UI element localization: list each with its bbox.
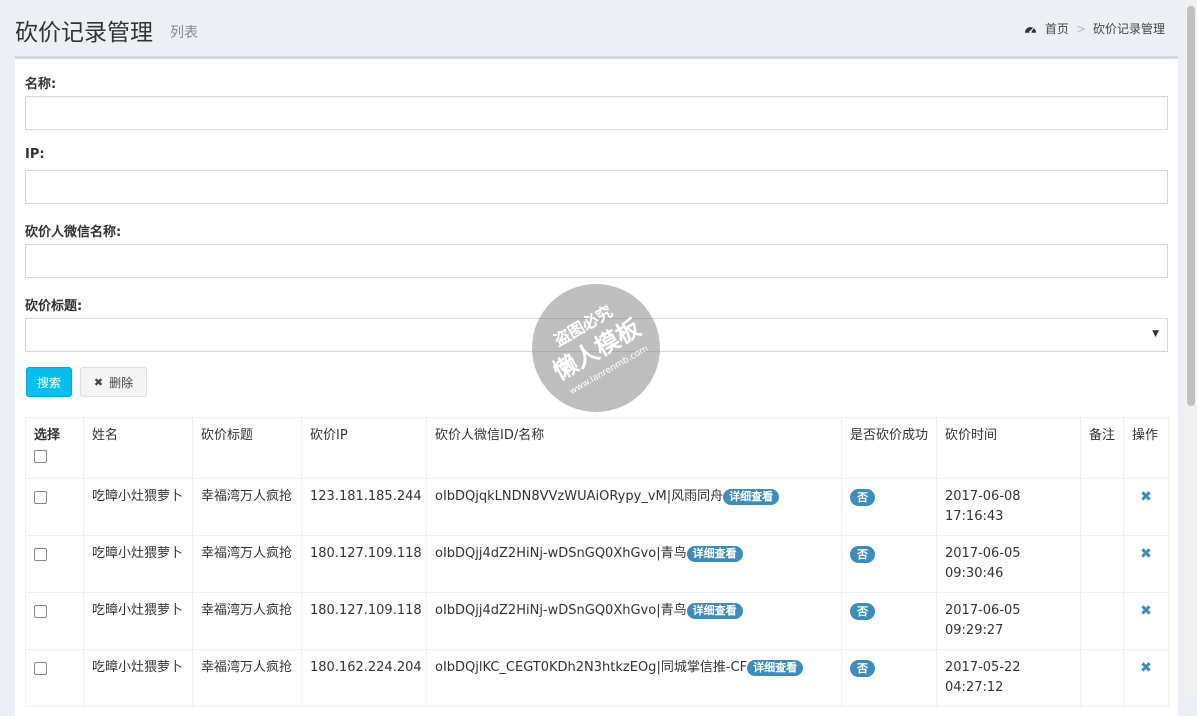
breadcrumb-separator: > <box>1075 21 1086 36</box>
cell-success: 否 <box>841 535 937 593</box>
cell-name: 吃暲小灶猥萝卜 <box>83 592 193 650</box>
header-name: 姓名 <box>83 417 193 479</box>
header-select-label: 选择 <box>34 428 61 443</box>
table-row: 吃暲小灶猥萝卜 幸福湾万人疯抢 180.162.224.204 oIbDQjlK… <box>25 649 1169 707</box>
close-icon: ✖ <box>93 375 104 389</box>
name-input[interactable] <box>25 96 1168 130</box>
success-badge: 否 <box>850 546 875 563</box>
wechat-id: oIbDQjj4dZ2HiNj-wDSnGQ0XhGvo|青鸟 <box>435 546 687 561</box>
detail-link[interactable]: 详细查看 <box>686 545 743 562</box>
breadcrumb: 首页 > 砍价记录管理 <box>1024 20 1165 37</box>
header-ip: 砍价IP <box>301 417 427 479</box>
ip-label: IP: <box>25 147 45 162</box>
delete-row-icon[interactable]: ✖ <box>1132 601 1160 621</box>
success-badge: 否 <box>850 489 875 506</box>
table-row: 吃暲小灶猥萝卜 幸福湾万人疯抢 180.127.109.118 oIbDQjj4… <box>25 592 1169 650</box>
cell-note <box>1080 535 1124 593</box>
wechat-id: oIbDQjqkLNDN8VVzWUAiORypy_vM|风雨同舟 <box>435 489 724 504</box>
wechat-name-input[interactable] <box>25 244 1168 278</box>
cell-note <box>1080 592 1124 650</box>
detail-link[interactable]: 详细查看 <box>747 659 804 676</box>
table-row: 吃暲小灶猥萝卜 幸福湾万人疯抢 180.127.109.118 oIbDQjj4… <box>25 535 1169 593</box>
cell-title: 幸福湾万人疯抢 <box>192 478 302 536</box>
cell-wechat: oIbDQjj4dZ2HiNj-wDSnGQ0XhGvo|青鸟 详细查看 <box>426 535 842 593</box>
watermark: 盗图必究 懒人模板 www.lanrenmb.com <box>532 284 660 412</box>
delete-row-icon[interactable]: ✖ <box>1132 487 1160 507</box>
header-success: 是否砍价成功 <box>841 417 937 479</box>
cell-time: 2017-05-22 04:27:12 <box>936 649 1081 707</box>
page-subtitle: 列表 <box>170 25 198 41</box>
header-title: 砍价标题 <box>192 417 302 479</box>
wechat-id: oIbDQjj4dZ2HiNj-wDSnGQ0XhGvo|青鸟 <box>435 603 687 618</box>
delete-row-icon[interactable]: ✖ <box>1132 658 1160 678</box>
cell-ip: 180.127.109.118 <box>301 592 427 650</box>
row-checkbox[interactable] <box>34 548 47 561</box>
cell-ip: 123.181.185.244 <box>301 478 427 536</box>
breadcrumb-home[interactable]: 首页 <box>1045 20 1069 37</box>
breadcrumb-current: 砍价记录管理 <box>1092 22 1165 36</box>
cell-ip: 180.127.109.118 <box>301 535 427 593</box>
table-row: 吃暲小灶猥萝卜 幸福湾万人疯抢 123.181.185.244 oIbDQjqk… <box>25 478 1169 536</box>
row-checkbox[interactable] <box>34 662 47 675</box>
delete-button-label: 删除 <box>109 375 134 390</box>
page-title: 砍价记录管理 <box>15 20 153 46</box>
header-action: 操作 <box>1123 417 1169 479</box>
cell-ip: 180.162.224.204 <box>301 649 427 707</box>
search-button[interactable]: 搜索 <box>26 367 72 397</box>
page-scrollbar[interactable] <box>1185 0 1197 696</box>
cell-note <box>1080 478 1124 536</box>
header-note: 备注 <box>1080 417 1124 479</box>
header-wechat: 砍价人微信ID/名称 <box>426 417 842 479</box>
header-select: 选择 <box>25 417 84 479</box>
delete-button[interactable]: ✖ 删除 <box>80 367 147 397</box>
cell-wechat: oIbDQjlKC_CEGT0KDh2N3htkzEOg|同城掌信推-CF 详细查… <box>426 649 842 707</box>
caret-down-icon: ▼ <box>1152 329 1159 339</box>
cell-title: 幸福湾万人疯抢 <box>192 535 302 593</box>
row-checkbox[interactable] <box>34 491 47 504</box>
cell-time: 2017-06-05 09:30:46 <box>936 535 1081 593</box>
table-header-row: 选择 姓名 砍价标题 砍价IP 砍价人微信ID/名称 是否砍价成功 砍价时间 备… <box>25 417 1169 479</box>
cell-title: 幸福湾万人疯抢 <box>192 649 302 707</box>
wechat-id: oIbDQjlKC_CEGT0KDh2N3htkzEOg|同城掌信推-CF <box>435 660 748 675</box>
success-badge: 否 <box>850 660 875 677</box>
scrollbar-thumb[interactable] <box>1187 6 1195 406</box>
cell-name: 吃暲小灶猥萝卜 <box>83 535 193 593</box>
cell-wechat: oIbDQjqkLNDN8VVzWUAiORypy_vM|风雨同舟 详细查看 <box>426 478 842 536</box>
delete-row-icon[interactable]: ✖ <box>1132 544 1160 564</box>
wechat-name-label: 砍价人微信名称: <box>25 225 122 240</box>
cell-name: 吃暲小灶猥萝卜 <box>83 478 193 536</box>
records-table: 选择 姓名 砍价标题 砍价IP 砍价人微信ID/名称 是否砍价成功 砍价时间 备… <box>25 417 1169 707</box>
cell-success: 否 <box>841 649 937 707</box>
detail-link[interactable]: 详细查看 <box>723 488 780 505</box>
row-checkbox[interactable] <box>34 605 47 618</box>
cell-success: 否 <box>841 478 937 536</box>
detail-link[interactable]: 详细查看 <box>686 602 743 619</box>
select-all-checkbox[interactable] <box>34 450 47 463</box>
cell-time: 2017-06-05 09:29:27 <box>936 592 1081 650</box>
cell-success: 否 <box>841 592 937 650</box>
dashboard-icon <box>1024 26 1036 33</box>
bargain-title-label: 砍价标题: <box>25 299 83 314</box>
cell-note <box>1080 649 1124 707</box>
success-badge: 否 <box>850 603 875 620</box>
cell-name: 吃暲小灶猥萝卜 <box>83 649 193 707</box>
ip-input[interactable] <box>25 170 1168 204</box>
cell-wechat: oIbDQjj4dZ2HiNj-wDSnGQ0XhGvo|青鸟 详细查看 <box>426 592 842 650</box>
cell-title: 幸福湾万人疯抢 <box>192 592 302 650</box>
cell-time: 2017-06-08 17:16:43 <box>936 478 1081 536</box>
content-header: 砍价记录管理 列表 首页 > 砍价记录管理 <box>0 0 1185 56</box>
name-label: 名称: <box>25 77 57 92</box>
header-time: 砍价时间 <box>936 417 1081 479</box>
